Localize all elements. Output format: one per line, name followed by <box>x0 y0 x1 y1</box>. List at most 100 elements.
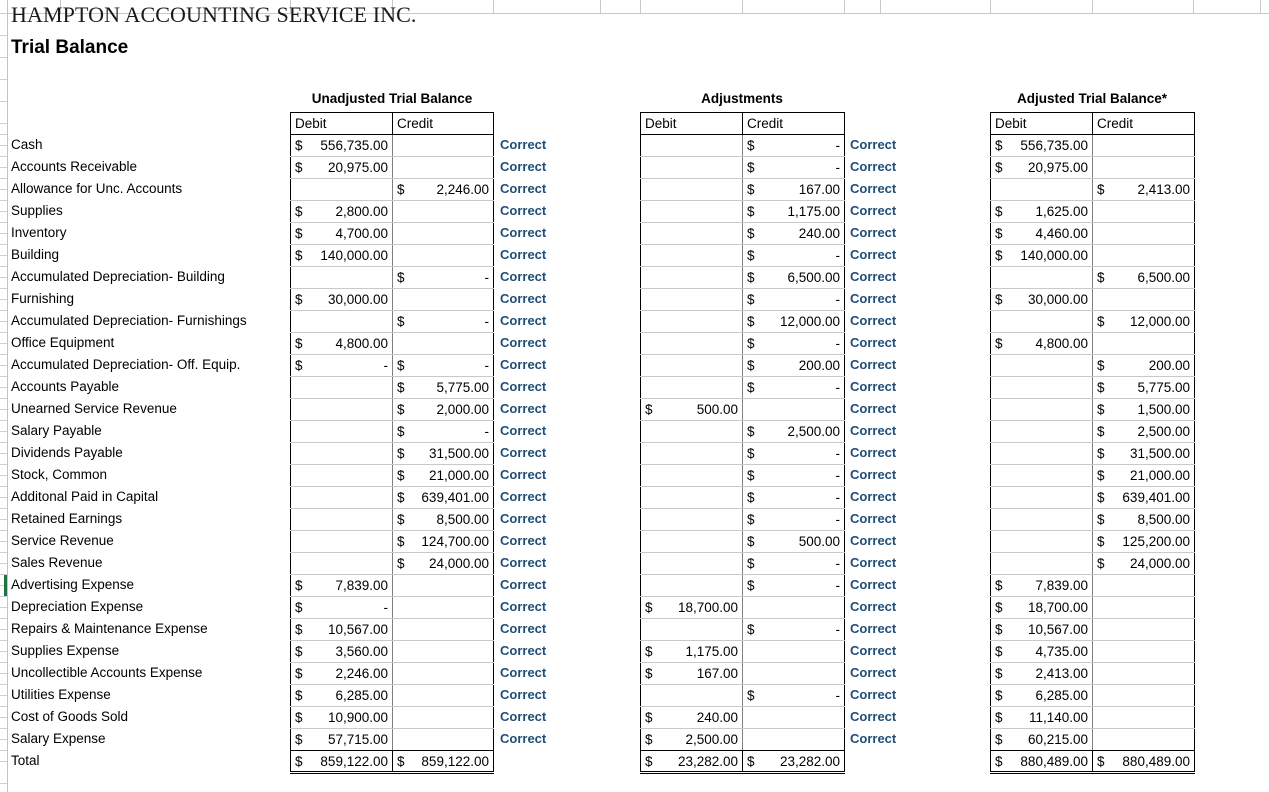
amount-cell[interactable]: $2,413.00 <box>990 662 1093 685</box>
empty-cell[interactable] <box>290 464 393 487</box>
amount-cell[interactable]: $30,000.00 <box>990 288 1093 311</box>
account-label[interactable]: Office Equipment <box>0 332 290 354</box>
empty-cell[interactable] <box>640 244 743 267</box>
empty-cell[interactable] <box>990 486 1093 509</box>
empty-cell[interactable] <box>640 376 743 399</box>
amount-cell[interactable]: $2,800.00 <box>290 200 393 223</box>
amount-cell[interactable]: $10,900.00 <box>290 706 393 729</box>
empty-cell[interactable] <box>392 200 494 223</box>
empty-cell[interactable] <box>990 552 1093 575</box>
account-label[interactable]: Unearned Service Revenue <box>0 398 290 420</box>
amount-cell[interactable]: $200.00 <box>742 354 845 377</box>
amount-cell[interactable]: $12,000.00 <box>1092 310 1195 333</box>
empty-cell[interactable] <box>1092 684 1195 707</box>
empty-cell[interactable] <box>392 662 494 685</box>
empty-cell[interactable] <box>1092 200 1195 223</box>
empty-cell[interactable] <box>990 354 1093 377</box>
amount-cell[interactable]: $124,700.00 <box>392 530 494 553</box>
amount-cell[interactable]: $10,567.00 <box>990 618 1093 641</box>
empty-cell[interactable] <box>1092 332 1195 355</box>
empty-cell[interactable] <box>290 266 393 289</box>
account-label[interactable]: Total <box>0 750 290 772</box>
empty-cell[interactable] <box>640 618 743 641</box>
amount-cell[interactable]: $880,489.00 <box>990 750 1093 774</box>
amount-cell[interactable]: $500.00 <box>742 530 845 553</box>
empty-cell[interactable] <box>290 178 393 201</box>
amount-cell[interactable]: $24,000.00 <box>1092 552 1195 575</box>
amount-cell[interactable]: $ - <box>742 376 845 399</box>
amount-cell[interactable]: $240.00 <box>640 706 743 729</box>
empty-cell[interactable] <box>990 508 1093 531</box>
amount-cell[interactable]: $240.00 <box>742 222 845 245</box>
amount-cell[interactable]: $ - <box>742 618 845 641</box>
amount-cell[interactable]: $5,775.00 <box>1092 376 1195 399</box>
amount-cell[interactable]: $140,000.00 <box>290 244 393 267</box>
empty-cell[interactable] <box>640 486 743 509</box>
account-label[interactable]: Accumulated Depreciation- Off. Equip. <box>0 354 290 376</box>
amount-cell[interactable]: $1,625.00 <box>990 200 1093 223</box>
amount-cell[interactable]: $1,500.00 <box>1092 398 1195 421</box>
amount-cell[interactable]: $11,140.00 <box>990 706 1093 729</box>
amount-cell[interactable]: $20,975.00 <box>290 156 393 179</box>
empty-cell[interactable] <box>640 156 743 179</box>
empty-cell[interactable] <box>290 420 393 443</box>
amount-cell[interactable]: $ - <box>392 266 494 289</box>
empty-cell[interactable] <box>742 640 845 663</box>
account-label[interactable]: Utilities Expense <box>0 684 290 706</box>
empty-cell[interactable] <box>290 310 393 333</box>
amount-cell[interactable]: $4,460.00 <box>990 222 1093 245</box>
account-label[interactable]: Repairs & Maintenance Expense <box>0 618 290 640</box>
empty-cell[interactable] <box>990 530 1093 553</box>
amount-cell[interactable]: $24,000.00 <box>392 552 494 575</box>
amount-cell[interactable]: $3,560.00 <box>290 640 393 663</box>
empty-cell[interactable] <box>392 288 494 311</box>
empty-cell[interactable] <box>742 662 845 685</box>
empty-cell[interactable] <box>290 376 393 399</box>
amount-cell[interactable]: $6,285.00 <box>290 684 393 707</box>
amount-cell[interactable]: $880,489.00 <box>1092 750 1195 774</box>
amount-cell[interactable]: $2,413.00 <box>1092 178 1195 201</box>
empty-cell[interactable] <box>392 574 494 597</box>
empty-cell[interactable] <box>1092 706 1195 729</box>
empty-cell[interactable] <box>392 244 494 267</box>
amount-cell[interactable]: $31,500.00 <box>1092 442 1195 465</box>
amount-cell[interactable]: $167.00 <box>640 662 743 685</box>
amount-cell[interactable]: $556,735.00 <box>990 134 1093 157</box>
empty-cell[interactable] <box>640 684 743 707</box>
amount-cell[interactable]: $6,285.00 <box>990 684 1093 707</box>
empty-cell[interactable] <box>290 552 393 575</box>
amount-cell[interactable]: $ - <box>742 552 845 575</box>
empty-cell[interactable] <box>392 596 494 619</box>
account-label[interactable]: Accounts Receivable <box>0 156 290 178</box>
account-label[interactable]: Furnishing <box>0 288 290 310</box>
amount-cell[interactable]: $6,500.00 <box>1092 266 1195 289</box>
amount-cell[interactable]: $167.00 <box>742 178 845 201</box>
amount-cell[interactable]: $4,800.00 <box>290 332 393 355</box>
amount-cell[interactable]: $12,000.00 <box>742 310 845 333</box>
amount-cell[interactable]: $2,000.00 <box>392 398 494 421</box>
empty-cell[interactable] <box>1092 596 1195 619</box>
empty-cell[interactable] <box>990 398 1093 421</box>
empty-cell[interactable] <box>1092 156 1195 179</box>
empty-cell[interactable] <box>640 200 743 223</box>
amount-cell[interactable]: $859,122.00 <box>392 750 494 774</box>
empty-cell[interactable] <box>1092 662 1195 685</box>
amount-cell[interactable]: $2,246.00 <box>392 178 494 201</box>
empty-cell[interactable] <box>640 530 743 553</box>
empty-cell[interactable] <box>1092 574 1195 597</box>
amount-cell[interactable]: $4,700.00 <box>290 222 393 245</box>
account-label[interactable]: Allowance for Unc. Accounts <box>0 178 290 200</box>
amount-cell[interactable]: $ - <box>742 156 845 179</box>
account-label[interactable]: Uncollectible Accounts Expense <box>0 662 290 684</box>
empty-cell[interactable] <box>640 420 743 443</box>
amount-cell[interactable]: $60,215.00 <box>990 728 1093 751</box>
amount-cell[interactable]: $ - <box>290 596 393 619</box>
empty-cell[interactable] <box>990 420 1093 443</box>
empty-cell[interactable] <box>640 178 743 201</box>
empty-cell[interactable] <box>990 266 1093 289</box>
empty-cell[interactable] <box>1092 728 1195 751</box>
empty-cell[interactable] <box>640 574 743 597</box>
account-label[interactable]: Stock, Common <box>0 464 290 486</box>
amount-cell[interactable]: $57,715.00 <box>290 728 393 751</box>
empty-cell[interactable] <box>290 398 393 421</box>
